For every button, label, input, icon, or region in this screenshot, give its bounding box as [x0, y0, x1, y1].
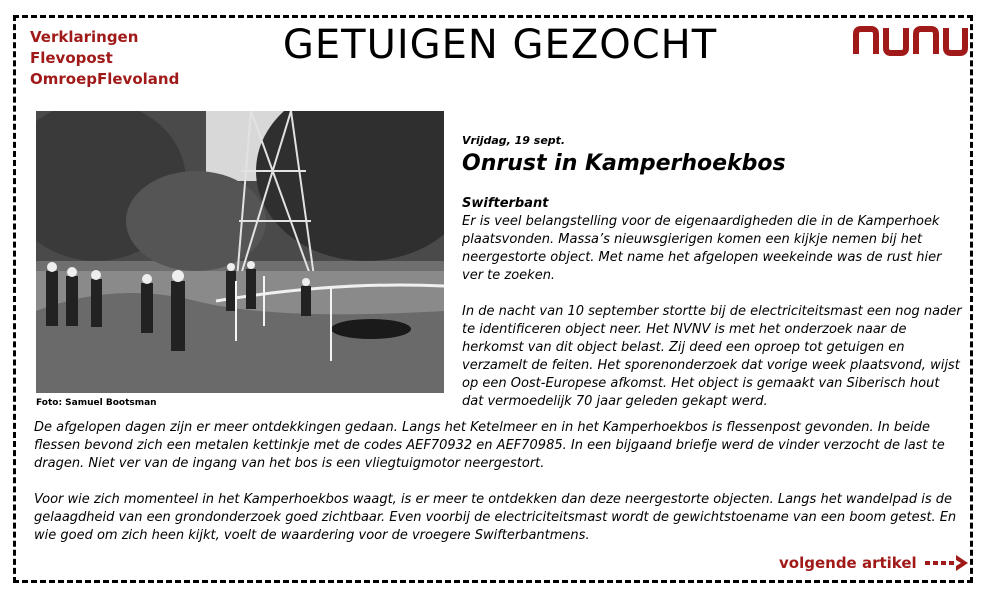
photo-credit: Foto: Samuel Bootsman: [36, 398, 157, 408]
article-paragraph: Er is veel belangstelling voor de eigena…: [462, 214, 942, 283]
source-item[interactable]: OmroepFlevoland: [30, 69, 179, 90]
article-paragraph: In de nacht van 10 september stortte bij…: [462, 304, 962, 409]
dashed-arrow-icon: [924, 555, 968, 571]
next-article-link[interactable]: volgende artikel: [779, 553, 969, 573]
article-paragraph: De afgelopen dagen zijn er meer ontdekki…: [34, 420, 945, 471]
news-photo: [36, 111, 444, 393]
article-date: Vrijdag, 19 sept.: [462, 134, 566, 147]
page-title: GETUIGEN GEZOCHT: [282, 22, 718, 68]
article-paragraph: Voor wie zich momenteel in het Kamperhoe…: [34, 492, 957, 543]
next-article-label: volgende artikel: [779, 554, 917, 572]
article-dateline: Swifterbant: [462, 196, 549, 211]
nunu-logo: [853, 26, 968, 56]
article-headline: Onrust in Kamperhoekbos: [462, 151, 786, 176]
